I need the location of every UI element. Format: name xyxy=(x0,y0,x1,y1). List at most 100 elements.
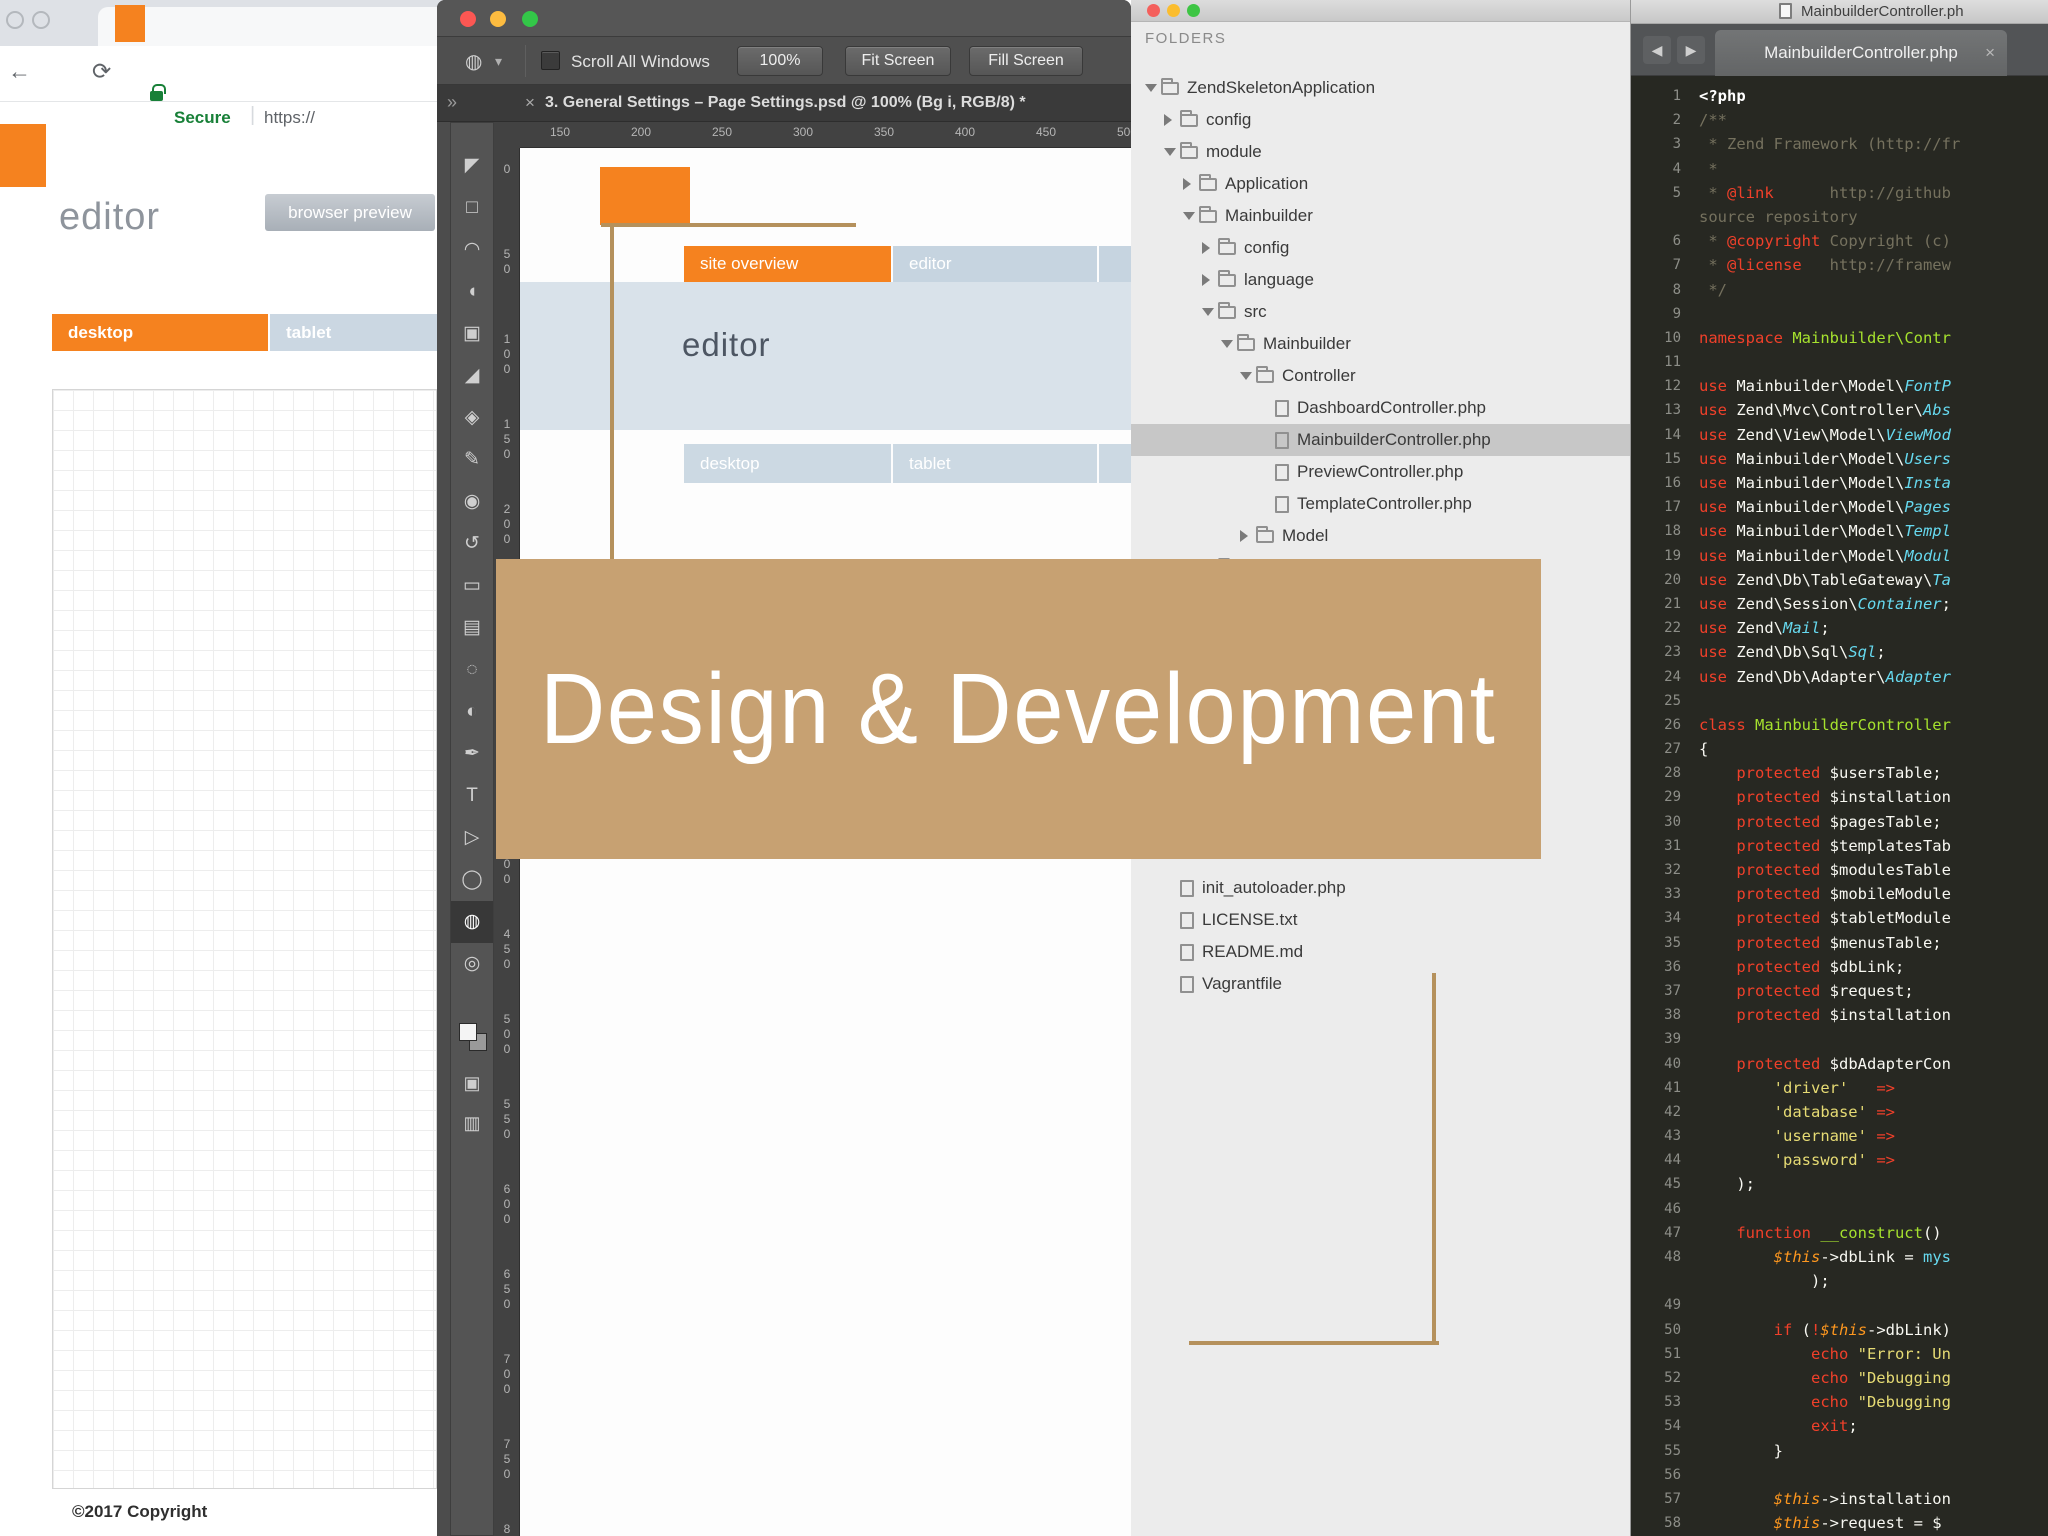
folder-row-language[interactable]: language xyxy=(1131,264,1630,296)
zoom-tool-icon[interactable]: ◎ xyxy=(451,943,493,985)
blur-tool-icon[interactable]: ◌ xyxy=(451,649,493,691)
path-selection-tool-icon[interactable]: ▷ xyxy=(451,817,493,859)
scroll-all-windows-checkbox[interactable] xyxy=(541,51,560,70)
rectangular-marquee-tool-icon[interactable]: □ xyxy=(451,187,493,229)
disclosure-triangle-icon[interactable] xyxy=(1202,242,1218,254)
back-icon[interactable]: ← xyxy=(8,58,31,85)
minimize-window-icon[interactable] xyxy=(490,11,506,27)
folder-row-application[interactable]: Application xyxy=(1131,168,1630,200)
line-number: 37 xyxy=(1664,982,1681,999)
browser-preview-button[interactable]: browser preview xyxy=(265,194,435,231)
code-line: 43 'username' => xyxy=(1631,1124,2048,1148)
document-title[interactable]: 3. General Settings – Page Settings.psd … xyxy=(545,94,1026,112)
tree-item-label: config xyxy=(1244,238,1290,257)
file-row-vagrantfile[interactable]: Vagrantfile xyxy=(1131,968,1630,1000)
code-line: 56 xyxy=(1631,1463,2048,1487)
line-number: 51 xyxy=(1664,1345,1681,1362)
folder-row-zendskeletonapplication[interactable]: ZendSkeletonApplication xyxy=(1131,72,1630,104)
file-row-previewcontroller-php[interactable]: PreviewController.php xyxy=(1131,456,1630,488)
disclosure-triangle-icon[interactable] xyxy=(1240,530,1256,542)
zoom-window-icon[interactable] xyxy=(522,11,538,27)
gradient-tool-icon[interactable]: ▤ xyxy=(451,607,493,649)
color-swatches[interactable] xyxy=(459,1023,489,1053)
hand-tool-options-icon[interactable]: ◍ xyxy=(465,49,482,74)
disclosure-triangle-icon[interactable] xyxy=(1183,178,1199,190)
code-line: 37 protected $request; xyxy=(1631,979,2048,1003)
disclosure-triangle-icon[interactable] xyxy=(1183,212,1199,220)
disclosure-triangle-icon[interactable] xyxy=(1145,84,1161,92)
screen-mode-icon[interactable]: ▥ xyxy=(451,1113,493,1134)
clone-stamp-tool-icon[interactable]: ◉ xyxy=(451,481,493,523)
ellipse-tool-icon[interactable]: ◯ xyxy=(451,859,493,901)
move-tool-icon[interactable]: ◤ xyxy=(451,145,493,187)
file-row-readme-md[interactable]: README.md xyxy=(1131,936,1630,968)
disclosure-triangle-icon[interactable] xyxy=(1221,340,1237,348)
window-control-icon[interactable] xyxy=(6,11,24,29)
history-brush-tool-icon[interactable]: ↺ xyxy=(451,523,493,565)
tree-item-label: Controller xyxy=(1282,366,1356,385)
folder-row-module[interactable]: module xyxy=(1131,136,1630,168)
mockup-tab-partial xyxy=(1099,246,1131,282)
disclosure-triangle-icon[interactable] xyxy=(1164,114,1180,126)
folder-row-controller[interactable]: Controller xyxy=(1131,360,1630,392)
lock-icon[interactable] xyxy=(150,84,166,101)
file-row-mainbuildercontroller-php[interactable]: MainbuilderController.php xyxy=(1131,424,1630,456)
panel-collapse-icon[interactable]: » xyxy=(447,92,457,113)
eyedropper-tool-icon[interactable]: ◢ xyxy=(451,355,493,397)
folder-row-model[interactable]: Model xyxy=(1131,520,1630,552)
quick-selection-tool-icon[interactable]: ◖ xyxy=(451,271,493,313)
window-control-icon[interactable] xyxy=(32,11,50,29)
close-document-icon[interactable]: × xyxy=(525,93,535,113)
line-number: 48 xyxy=(1664,1249,1681,1265)
code-area[interactable]: 1 <?php 2/** 3 * Zend Framework (http://fr 4… xyxy=(1631,76,2048,1536)
address-bar[interactable]: https:// xyxy=(264,108,315,128)
disclosure-triangle-icon[interactable] xyxy=(1164,148,1180,156)
folder-row-config[interactable]: config xyxy=(1131,104,1630,136)
fill-screen-button[interactable]: Fill Screen xyxy=(969,46,1083,76)
line-number: 40 xyxy=(1664,1055,1681,1072)
zoom-100-button[interactable]: 100% xyxy=(737,46,823,76)
close-tab-icon[interactable]: × xyxy=(1985,30,1995,76)
crop-tool-icon[interactable]: ▣ xyxy=(451,313,493,355)
brush-tool-icon[interactable]: ✎ xyxy=(451,439,493,481)
type-tool-icon[interactable]: T xyxy=(451,775,493,817)
minimize-window-icon[interactable] xyxy=(1167,4,1180,17)
folder-row-mainbuilder[interactable]: Mainbuilder xyxy=(1131,328,1630,360)
folder-row-config[interactable]: config xyxy=(1131,232,1630,264)
lasso-tool-icon[interactable]: ◠ xyxy=(451,229,493,271)
file-row-templatecontroller-php[interactable]: TemplateController.php xyxy=(1131,488,1630,520)
pen-tool-icon[interactable]: ✒ xyxy=(451,733,493,775)
spot-healing-brush-tool-icon[interactable]: ◈ xyxy=(451,397,493,439)
nav-back-icon[interactable]: ◀ xyxy=(1643,36,1671,64)
quick-mask-icon[interactable]: ▣ xyxy=(451,1073,493,1094)
hand-tool-icon[interactable]: ◍ xyxy=(451,901,493,943)
fit-screen-button[interactable]: Fit Screen xyxy=(845,46,951,76)
folder-row-src[interactable]: src xyxy=(1131,296,1630,328)
disclosure-triangle-icon[interactable] xyxy=(1202,274,1218,286)
file-row-dashboardcontroller-php[interactable]: DashboardController.php xyxy=(1131,392,1630,424)
line-number: 44 xyxy=(1664,1152,1681,1169)
secure-label[interactable]: Secure xyxy=(174,108,231,128)
disclosure-triangle-icon[interactable] xyxy=(1202,308,1218,316)
refresh-icon[interactable]: ⟳ xyxy=(92,58,111,85)
zoom-window-icon[interactable] xyxy=(1187,4,1200,17)
disclosure-triangle-icon[interactable] xyxy=(1240,372,1256,380)
code-line: 1 <?php xyxy=(1631,84,2048,108)
code-line: 34 protected $tabletModule xyxy=(1631,906,2048,930)
editor-tab-active[interactable]: MainbuilderController.php × xyxy=(1715,30,2007,76)
dodge-tool-icon[interactable]: ◐ xyxy=(451,691,493,733)
file-row-license-txt[interactable]: LICENSE.txt xyxy=(1131,904,1630,936)
foreground-color-swatch[interactable] xyxy=(459,1023,477,1041)
eraser-tool-icon[interactable]: ▭ xyxy=(451,565,493,607)
file-row-init-autoloader-php[interactable]: init_autoloader.php xyxy=(1131,872,1630,904)
nav-forward-icon[interactable]: ▶ xyxy=(1677,36,1705,64)
chevron-down-icon[interactable]: ▾ xyxy=(495,53,502,70)
code-line: 40 protected $dbAdapterCon xyxy=(1631,1052,2048,1076)
tab-desktop[interactable]: desktop xyxy=(52,314,268,351)
close-window-icon[interactable] xyxy=(1147,4,1160,17)
folder-row-mainbuilder[interactable]: Mainbuilder xyxy=(1131,200,1630,232)
editor-grid-canvas[interactable] xyxy=(52,389,437,1489)
frame-line xyxy=(610,223,614,559)
close-window-icon[interactable] xyxy=(460,11,476,27)
ruler-label: 200 xyxy=(500,502,514,547)
